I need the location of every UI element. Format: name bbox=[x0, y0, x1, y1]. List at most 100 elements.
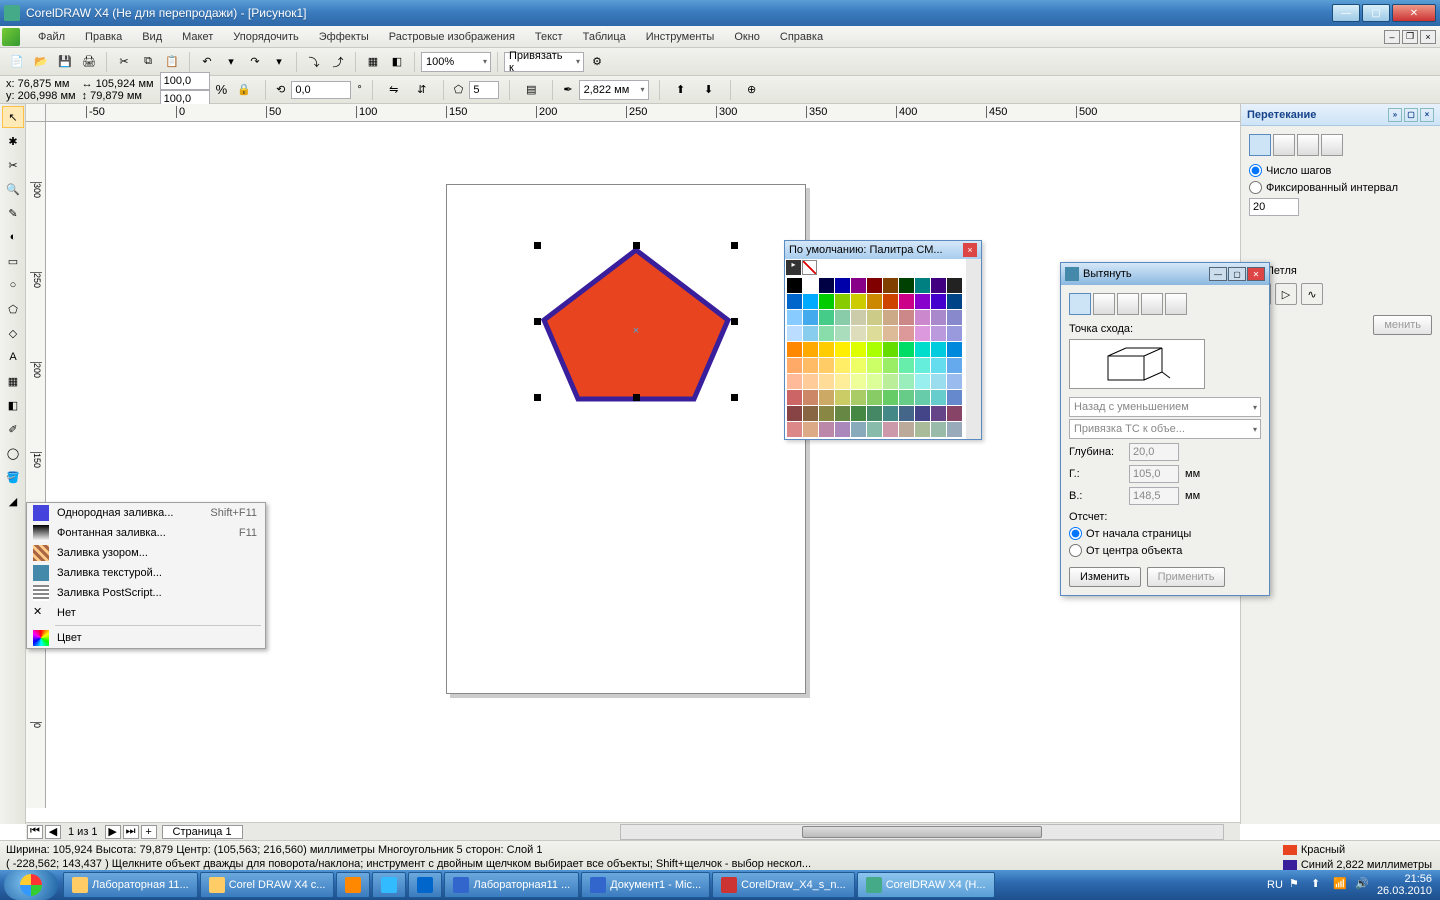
color-swatch[interactable] bbox=[867, 422, 882, 437]
open-button[interactable]: 📂 bbox=[30, 51, 52, 73]
color-swatch[interactable] bbox=[947, 406, 962, 421]
ruler-vertical[interactable]: 300250 200150 10050 0 bbox=[26, 122, 46, 808]
cm-fountain-fill[interactable]: Фонтанная заливка...F11 bbox=[27, 523, 265, 543]
menu-layout[interactable]: Макет bbox=[172, 28, 223, 46]
color-swatch[interactable] bbox=[819, 406, 834, 421]
color-swatch[interactable] bbox=[931, 390, 946, 405]
task-3[interactable] bbox=[372, 872, 406, 898]
selection-handle-nw[interactable] bbox=[534, 242, 541, 249]
extrude-tab-bevel[interactable] bbox=[1165, 293, 1187, 315]
color-swatch[interactable] bbox=[835, 326, 850, 341]
freehand-tool[interactable]: ✎ bbox=[2, 202, 24, 224]
convert-button[interactable]: ⊕ bbox=[741, 79, 763, 101]
color-swatch[interactable] bbox=[899, 406, 914, 421]
task-7[interactable]: CorelDraw_X4_s_n... bbox=[712, 872, 855, 898]
export-button[interactable]: ⤴ bbox=[327, 51, 349, 73]
from-center-radio[interactable] bbox=[1069, 544, 1082, 557]
ruler-origin[interactable] bbox=[26, 104, 46, 122]
color-swatch[interactable] bbox=[899, 342, 914, 357]
scale-x-input[interactable]: 100,0 bbox=[160, 72, 210, 90]
color-swatch[interactable] bbox=[931, 310, 946, 325]
eyedropper-tool[interactable]: ✐ bbox=[2, 418, 24, 440]
color-swatch[interactable] bbox=[851, 406, 866, 421]
from-page-radio[interactable] bbox=[1069, 527, 1082, 540]
save-button[interactable]: 💾 bbox=[54, 51, 76, 73]
cm-uniform-fill[interactable]: Однородная заливка...Shift+F11 bbox=[27, 503, 265, 523]
task-4[interactable] bbox=[408, 872, 442, 898]
window-close-button[interactable]: ✕ bbox=[1392, 4, 1436, 22]
table-tool[interactable]: ▦ bbox=[2, 370, 24, 392]
task-2[interactable] bbox=[336, 872, 370, 898]
color-swatch[interactable] bbox=[787, 326, 802, 341]
color-swatch[interactable] bbox=[819, 390, 834, 405]
selection-handle-n[interactable] bbox=[633, 242, 640, 249]
pick-tool[interactable]: ↖ bbox=[2, 106, 24, 128]
steps-radio[interactable] bbox=[1249, 164, 1262, 177]
menu-edit[interactable]: Правка bbox=[75, 28, 132, 46]
color-swatch[interactable] bbox=[867, 326, 882, 341]
color-swatch[interactable] bbox=[883, 390, 898, 405]
color-swatch[interactable] bbox=[883, 374, 898, 389]
paste-button[interactable]: 📋 bbox=[161, 51, 183, 73]
tray-icon-1[interactable]: ⚑ bbox=[1289, 877, 1305, 893]
color-swatch[interactable] bbox=[915, 310, 930, 325]
color-swatch[interactable] bbox=[931, 422, 946, 437]
blend-apply-button[interactable]: менить bbox=[1373, 315, 1432, 335]
prev-page-button[interactable]: ◀ bbox=[45, 825, 61, 839]
start-button[interactable] bbox=[4, 870, 58, 900]
color-swatch[interactable] bbox=[931, 374, 946, 389]
color-swatch[interactable] bbox=[819, 422, 834, 437]
ruler-horizontal[interactable]: -500 50100 150200 250300 350400 450500 м… bbox=[46, 104, 1424, 122]
mdi-close-button[interactable]: × bbox=[1420, 30, 1436, 44]
polygon-tool[interactable]: ⬠ bbox=[2, 298, 24, 320]
zoom-tool[interactable]: 🔍 bbox=[2, 178, 24, 200]
color-swatch[interactable] bbox=[867, 278, 882, 293]
to-front-button[interactable]: ⬆ bbox=[670, 79, 692, 101]
shape-tool[interactable]: ✱ bbox=[2, 130, 24, 152]
color-swatch[interactable] bbox=[803, 358, 818, 373]
interactive-tool[interactable]: ◧ bbox=[2, 394, 24, 416]
window-minimize-button[interactable]: — bbox=[1332, 4, 1360, 22]
color-swatch[interactable] bbox=[851, 278, 866, 293]
menu-file[interactable]: Файл bbox=[28, 28, 75, 46]
redo-dropdown[interactable]: ▾ bbox=[268, 51, 290, 73]
color-swatch[interactable] bbox=[851, 390, 866, 405]
color-swatch[interactable] bbox=[883, 326, 898, 341]
fixed-radio[interactable] bbox=[1249, 181, 1262, 194]
docker-undock-button[interactable]: ▢ bbox=[1404, 108, 1418, 122]
menu-view[interactable]: Вид bbox=[132, 28, 172, 46]
menu-effects[interactable]: Эффекты bbox=[309, 28, 379, 46]
docker-collapse-button[interactable]: » bbox=[1388, 108, 1402, 122]
h-input[interactable]: 105,0 bbox=[1129, 465, 1179, 483]
palette-close-button[interactable]: × bbox=[963, 243, 977, 257]
menu-arrange[interactable]: Упорядочить bbox=[223, 28, 308, 46]
color-swatch[interactable] bbox=[915, 278, 930, 293]
zoom-combo[interactable]: 100% bbox=[421, 52, 491, 72]
color-swatch[interactable] bbox=[819, 278, 834, 293]
palette-scrollbar[interactable] bbox=[966, 259, 981, 439]
task-5[interactable]: Лабораторная11 ... bbox=[444, 872, 579, 898]
color-swatch[interactable] bbox=[851, 342, 866, 357]
cm-color[interactable]: Цвет bbox=[27, 628, 265, 648]
color-swatch[interactable] bbox=[899, 422, 914, 437]
outline-width-combo[interactable]: 2,822 мм bbox=[579, 80, 649, 100]
color-swatch[interactable] bbox=[899, 278, 914, 293]
color-swatch[interactable] bbox=[819, 342, 834, 357]
color-swatch[interactable] bbox=[883, 406, 898, 421]
new-button[interactable]: 📄 bbox=[6, 51, 28, 73]
color-swatch[interactable] bbox=[915, 358, 930, 373]
color-swatch[interactable] bbox=[931, 326, 946, 341]
color-swatch[interactable] bbox=[899, 294, 914, 309]
color-swatch[interactable] bbox=[915, 326, 930, 341]
menu-help[interactable]: Справка bbox=[770, 28, 833, 46]
interactive-fill-tool[interactable]: ◢ bbox=[2, 490, 24, 512]
selection-handle-s[interactable] bbox=[633, 394, 640, 401]
color-swatch[interactable] bbox=[803, 310, 818, 325]
cm-pattern-fill[interactable]: Заливка узором... bbox=[27, 543, 265, 563]
selection-handle-se[interactable] bbox=[731, 394, 738, 401]
task-8[interactable]: CorelDRAW X4 (Н... bbox=[857, 872, 995, 898]
color-swatch[interactable] bbox=[899, 310, 914, 325]
color-swatch[interactable] bbox=[915, 422, 930, 437]
copy-button[interactable]: ⧉ bbox=[137, 51, 159, 73]
color-swatch[interactable] bbox=[803, 422, 818, 437]
